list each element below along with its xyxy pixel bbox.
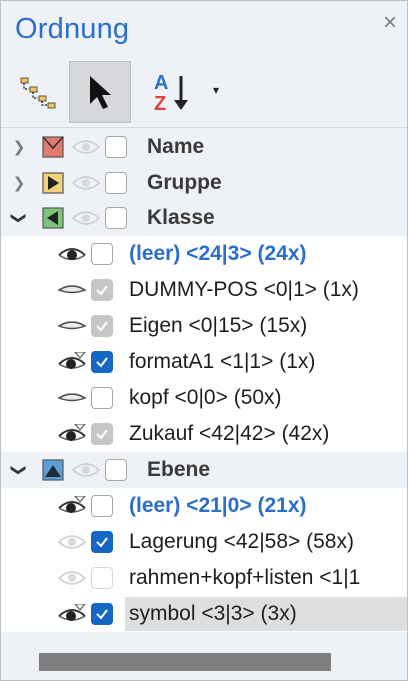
tree-item-label: symbol <3|3> (3x) (125, 597, 407, 631)
select-tool-button[interactable] (69, 61, 131, 123)
tree-item[interactable]: (leer) <24|3> (24x) (1, 236, 407, 272)
group-checkbox[interactable] (105, 207, 127, 229)
hierarchy-view-button[interactable] (7, 61, 69, 123)
tree-item[interactable]: formatA1 <1|1> (1x) (1, 344, 407, 380)
tree-item[interactable]: kopf <0|0> (50x) (1, 380, 407, 416)
svg-text:A: A (154, 72, 168, 94)
sort-dropdown-icon[interactable]: ▾ (213, 83, 219, 97)
tree-item[interactable]: rahmen+kopf+listen <1|1 (1, 560, 407, 596)
tree-item-label: formatA1 <1|1> (1x) (129, 350, 316, 373)
visibility-eye-icon[interactable] (71, 460, 101, 480)
tree-item-label: Eigen <0|15> (15x) (129, 314, 308, 337)
svg-text:Z: Z (154, 93, 166, 115)
arrangement-panel: Ordnung × A Z ▾ ❯ Name ❯ Gruppe ❯ Klasse… (0, 0, 408, 681)
tree-group-label: Ebene (147, 458, 211, 481)
tree-item[interactable]: Zukauf <42|42> (42x) (1, 416, 407, 452)
item-checkbox[interactable] (91, 279, 113, 301)
tree-view: ❯ Name ❯ Gruppe ❯ Klasse (leer) <24|3> (… (1, 127, 407, 647)
tree-item-label: DUMMY-POS <0|1> (1x) (129, 278, 359, 301)
horizontal-scrollbar[interactable] (1, 647, 407, 680)
item-checkbox[interactable] (91, 351, 113, 373)
chevron-right-icon[interactable]: ❯ (11, 138, 27, 156)
faded-eye-icon[interactable] (57, 532, 87, 552)
tree-item[interactable]: DUMMY-POS <0|1> (1x) (1, 272, 407, 308)
toolbar: A Z ▾ (1, 57, 407, 125)
tree-item-label: kopf <0|0> (50x) (129, 386, 282, 409)
class-arrow-icon (42, 207, 64, 229)
tree-item-selected[interactable]: symbol <3|3> (3x) (1, 596, 407, 632)
filtered-eye-icon[interactable] (57, 496, 87, 516)
hidden-eye-icon[interactable] (57, 316, 87, 336)
item-checkbox[interactable] (91, 243, 113, 265)
sort-az-icon: A Z (154, 72, 188, 115)
name-flag-icon (42, 136, 64, 158)
visibility-eye-icon[interactable] (57, 244, 87, 264)
tree-group-gruppe[interactable]: ❯ Gruppe (1, 165, 407, 201)
tree-group-label: Klasse (147, 206, 215, 229)
filtered-eye-icon[interactable] (57, 424, 87, 444)
group-checkbox[interactable] (105, 172, 127, 194)
tree-group-name[interactable]: ❯ Name (1, 129, 407, 165)
hidden-eye-icon[interactable] (57, 280, 87, 300)
item-checkbox[interactable] (91, 531, 113, 553)
tree-item[interactable]: Eigen <0|15> (15x) (1, 308, 407, 344)
tree-group-klasse[interactable]: ❯ Klasse (1, 200, 407, 236)
chevron-right-icon[interactable]: ❯ (11, 174, 27, 192)
panel-title: Ordnung (15, 13, 130, 45)
item-checkbox[interactable] (91, 603, 113, 625)
tree-item-label: rahmen+kopf+listen <1|1 (129, 566, 361, 589)
visibility-eye-icon[interactable] (71, 208, 101, 228)
tree-item[interactable]: (leer) <21|0> (21x) (1, 488, 407, 524)
group-checkbox[interactable] (105, 459, 127, 481)
visibility-eye-icon[interactable] (71, 137, 101, 157)
item-checkbox[interactable] (91, 315, 113, 337)
hidden-eye-icon[interactable] (57, 388, 87, 408)
tree-item-label: Lagerung <42|58> (58x) (129, 530, 354, 553)
tree-item-label: (leer) <24|3> (24x) (129, 242, 307, 265)
close-icon[interactable]: × (383, 11, 397, 35)
sort-button[interactable]: A Z (139, 61, 201, 123)
item-checkbox[interactable] (91, 567, 113, 589)
item-checkbox[interactable] (91, 423, 113, 445)
item-checkbox[interactable] (91, 387, 113, 409)
tree-item-label: Zukauf <42|42> (42x) (129, 422, 330, 445)
filtered-eye-icon[interactable] (57, 352, 87, 372)
group-checkbox[interactable] (105, 136, 127, 158)
tree-group-label: Gruppe (147, 171, 222, 194)
faded-eye-icon[interactable] (57, 568, 87, 588)
tree-group-label: Name (147, 135, 205, 158)
panel-titlebar: Ordnung × (1, 1, 407, 57)
tree-group-ebene[interactable]: ❯ Ebene (1, 452, 407, 488)
hierarchy-view-icon (20, 77, 56, 109)
tree-item-label: (leer) <21|0> (21x) (129, 494, 307, 517)
chevron-down-icon[interactable]: ❯ (10, 462, 28, 478)
visibility-eye-icon[interactable] (71, 173, 101, 193)
filtered-eye-icon[interactable] (57, 604, 87, 624)
item-checkbox[interactable] (91, 495, 113, 517)
select-arrow-icon (90, 76, 111, 109)
scrollbar-thumb[interactable] (39, 653, 331, 671)
chevron-down-icon[interactable]: ❯ (10, 210, 28, 226)
layer-mountain-icon (42, 459, 64, 481)
group-arrow-icon (42, 172, 64, 194)
tree-item[interactable]: Lagerung <42|58> (58x) (1, 524, 407, 560)
